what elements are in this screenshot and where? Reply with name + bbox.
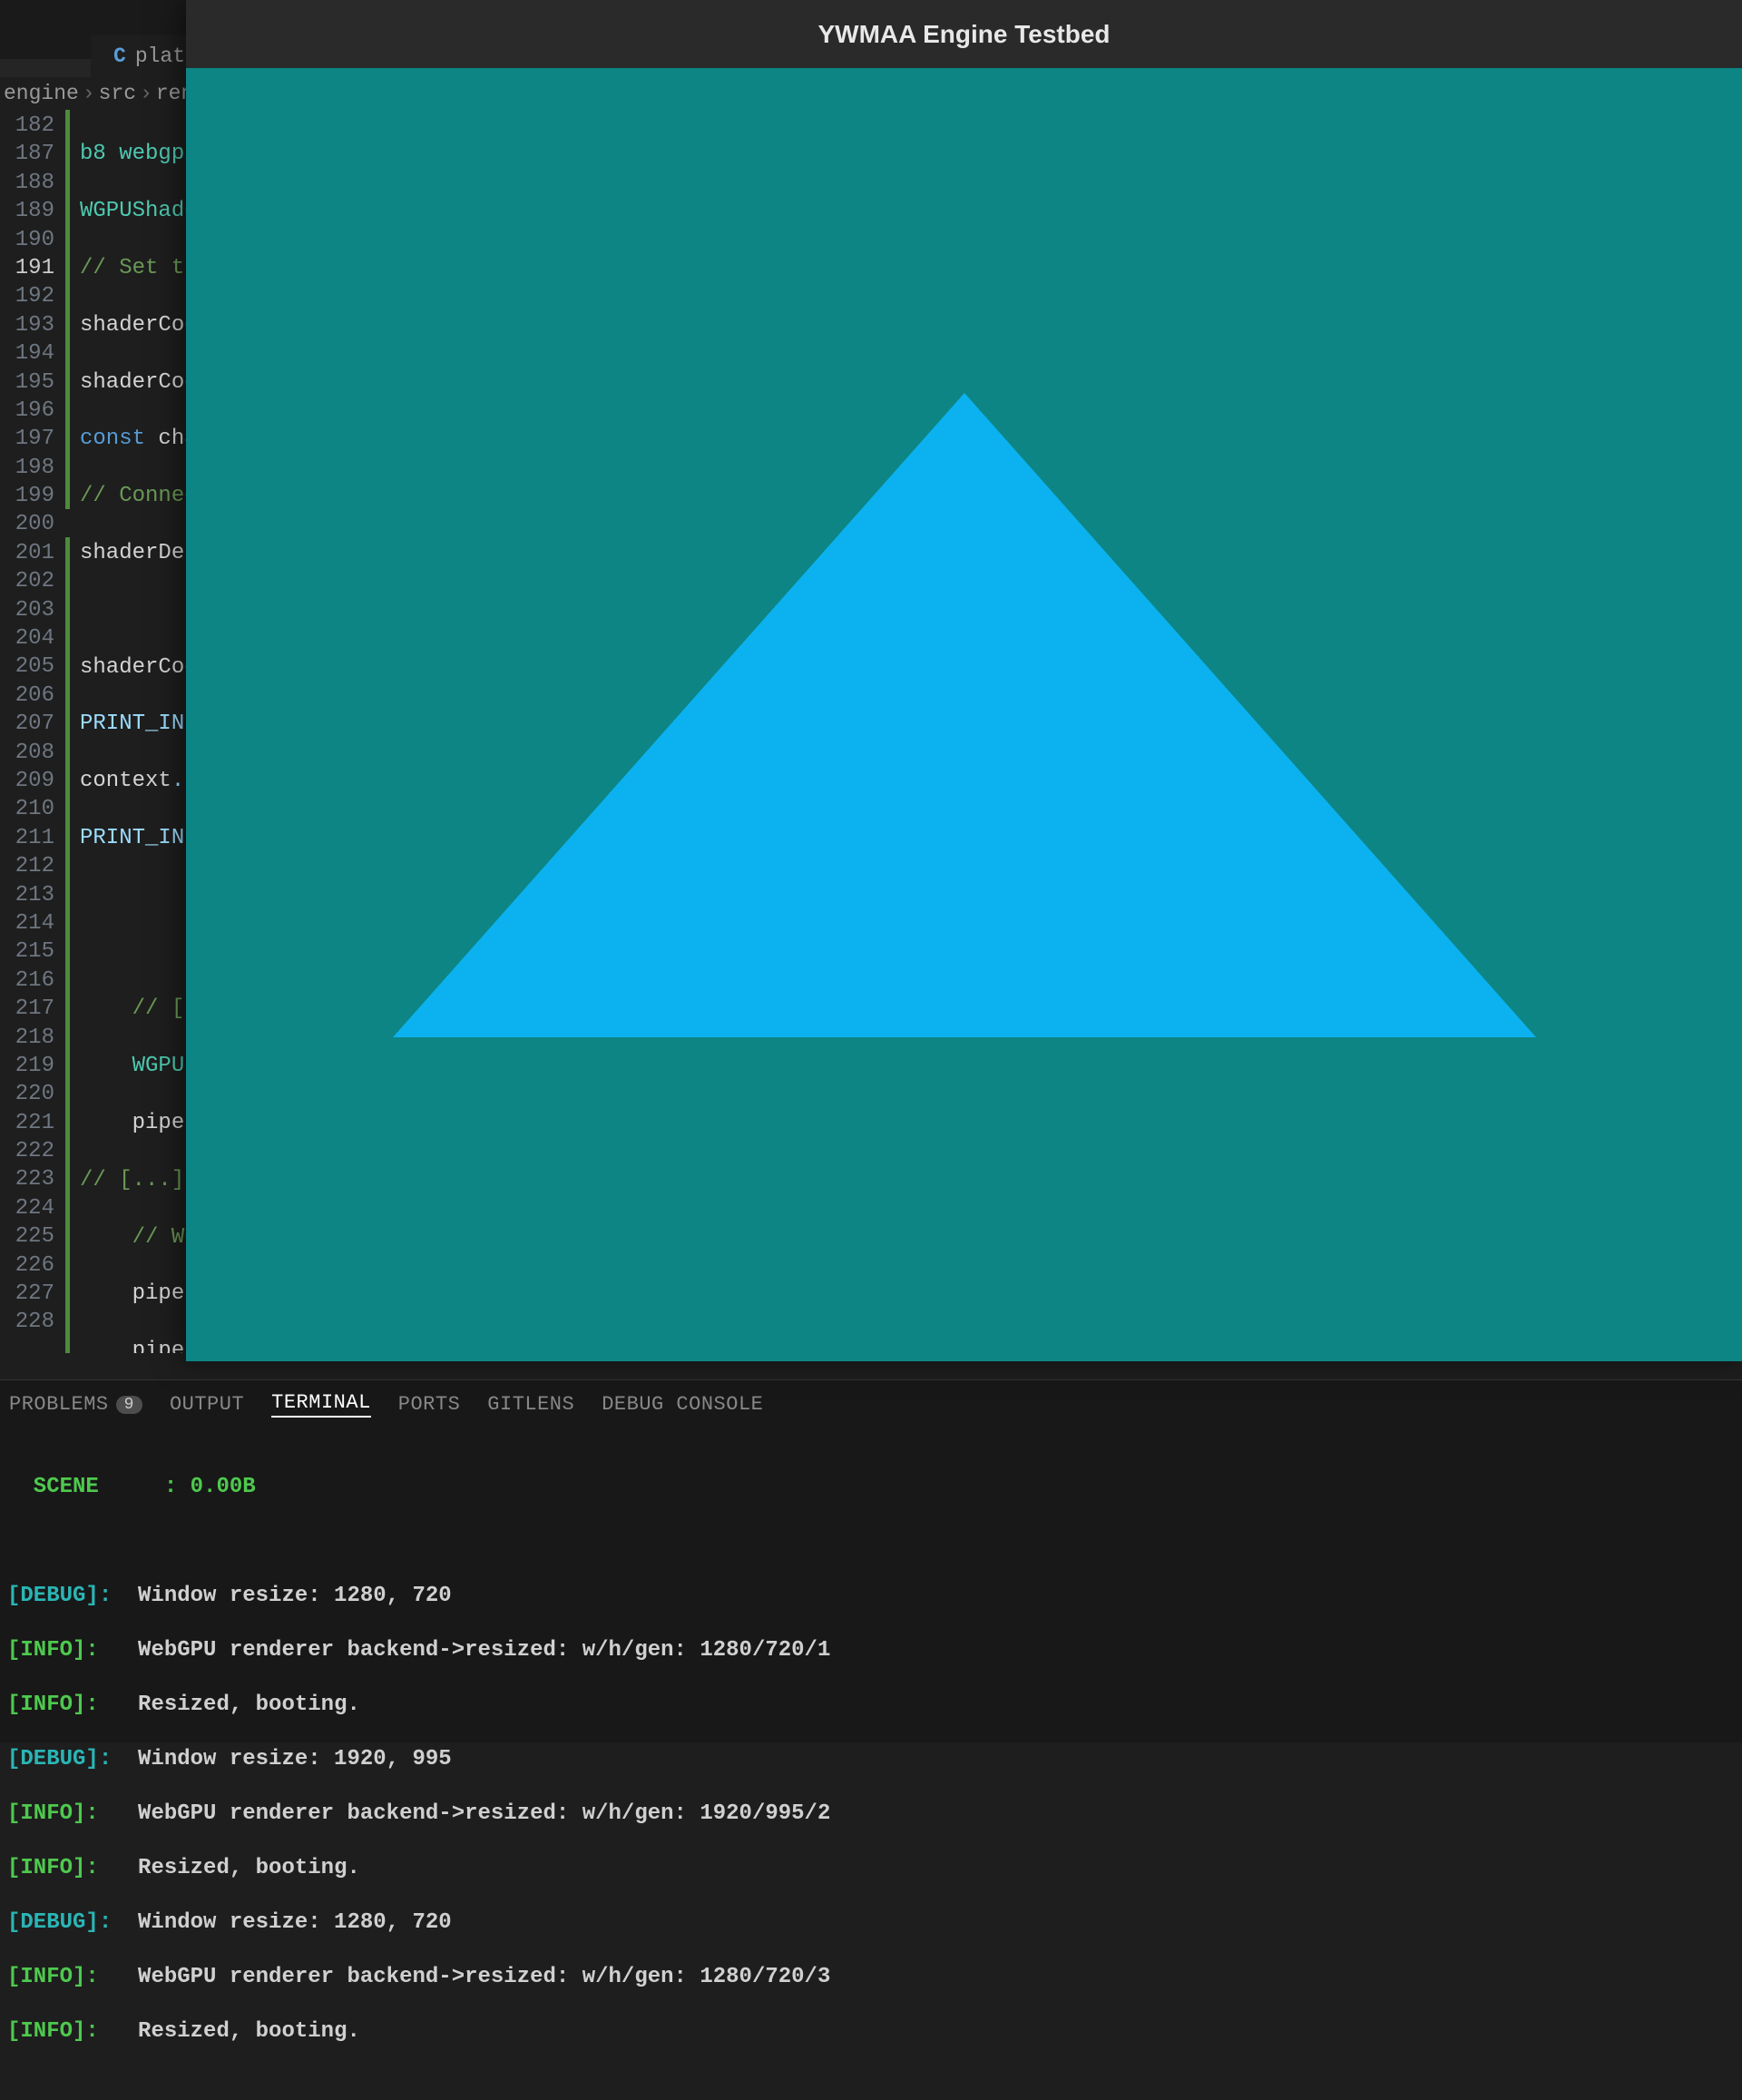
line-number: 208 xyxy=(0,739,64,767)
line-number: 226 xyxy=(0,1251,64,1280)
line-number-gutter: 1821871881891901911921931941951961971981… xyxy=(0,110,64,1337)
line-number: 187 xyxy=(0,140,64,168)
tab-problems[interactable]: PROBLEMS 9 xyxy=(9,1391,142,1418)
rendered-triangle xyxy=(393,393,1536,1037)
chevron-right-icon: › xyxy=(83,82,95,105)
line-number: 210 xyxy=(0,795,64,823)
app-viewport[interactable] xyxy=(186,68,1742,1361)
line-number: 192 xyxy=(0,282,64,310)
bottom-panel: PROBLEMS 9 OUTPUT TERMINAL PORTS GITLENS… xyxy=(0,1379,1742,1742)
line-number: 223 xyxy=(0,1165,64,1193)
line-number: 224 xyxy=(0,1194,64,1222)
line-number: 204 xyxy=(0,624,64,653)
line-number: 205 xyxy=(0,653,64,681)
line-number: 197 xyxy=(0,425,64,453)
line-number: 189 xyxy=(0,197,64,225)
git-mod-segment xyxy=(65,110,70,509)
line-number: 219 xyxy=(0,1052,64,1080)
line-number: 196 xyxy=(0,397,64,425)
line-number: 218 xyxy=(0,1024,64,1052)
line-number: 225 xyxy=(0,1222,64,1251)
line-number: 215 xyxy=(0,937,64,966)
crumb-src[interactable]: src xyxy=(99,82,136,105)
terminal-content[interactable]: SCENE : 0.00B [DEBUG]: Window resize: 12… xyxy=(0,1428,1742,2100)
line-number: 221 xyxy=(0,1109,64,1137)
line-number: 195 xyxy=(0,368,64,397)
line-number: 220 xyxy=(0,1080,64,1108)
tab-debug-console[interactable]: DEBUG CONSOLE xyxy=(602,1391,763,1418)
tab-ports[interactable]: PORTS xyxy=(398,1391,461,1418)
app-title: YWMAA Engine Testbed xyxy=(818,20,1111,49)
git-modified-bar xyxy=(65,110,70,1353)
tab-gitlens[interactable]: GITLENS xyxy=(487,1391,574,1418)
problems-count-badge: 9 xyxy=(116,1396,142,1414)
line-number: 222 xyxy=(0,1137,64,1165)
crumb-engine[interactable]: engine xyxy=(4,82,79,105)
app-window[interactable]: YWMAA Engine Testbed xyxy=(186,0,1742,1361)
line-number: 212 xyxy=(0,852,64,880)
line-number: 211 xyxy=(0,824,64,852)
line-number: 188 xyxy=(0,169,64,197)
line-number: 200 xyxy=(0,510,64,538)
line-number: 182 xyxy=(0,112,64,140)
line-number: 191 xyxy=(0,254,64,282)
line-number: 207 xyxy=(0,710,64,738)
chevron-right-icon: › xyxy=(140,82,152,105)
line-number: 228 xyxy=(0,1308,64,1336)
line-number: 209 xyxy=(0,767,64,795)
c-file-icon: C xyxy=(113,44,126,68)
line-number: 194 xyxy=(0,339,64,368)
line-number: 201 xyxy=(0,539,64,567)
tab-output[interactable]: OUTPUT xyxy=(170,1391,244,1418)
line-number: 193 xyxy=(0,311,64,339)
line-number: 216 xyxy=(0,967,64,995)
tab-terminal[interactable]: TERMINAL xyxy=(271,1391,371,1418)
line-number: 214 xyxy=(0,909,64,937)
line-number: 199 xyxy=(0,482,64,510)
line-number: 206 xyxy=(0,682,64,710)
app-titlebar[interactable]: YWMAA Engine Testbed xyxy=(186,0,1742,68)
line-number: 217 xyxy=(0,995,64,1023)
line-number: 198 xyxy=(0,454,64,482)
line-number: 213 xyxy=(0,881,64,909)
line-number: 203 xyxy=(0,596,64,624)
git-mod-segment xyxy=(65,537,70,1353)
line-number: 227 xyxy=(0,1280,64,1308)
line-number: 202 xyxy=(0,567,64,595)
line-number: 190 xyxy=(0,226,64,254)
panel-tab-bar: PROBLEMS 9 OUTPUT TERMINAL PORTS GITLENS… xyxy=(0,1380,1742,1428)
